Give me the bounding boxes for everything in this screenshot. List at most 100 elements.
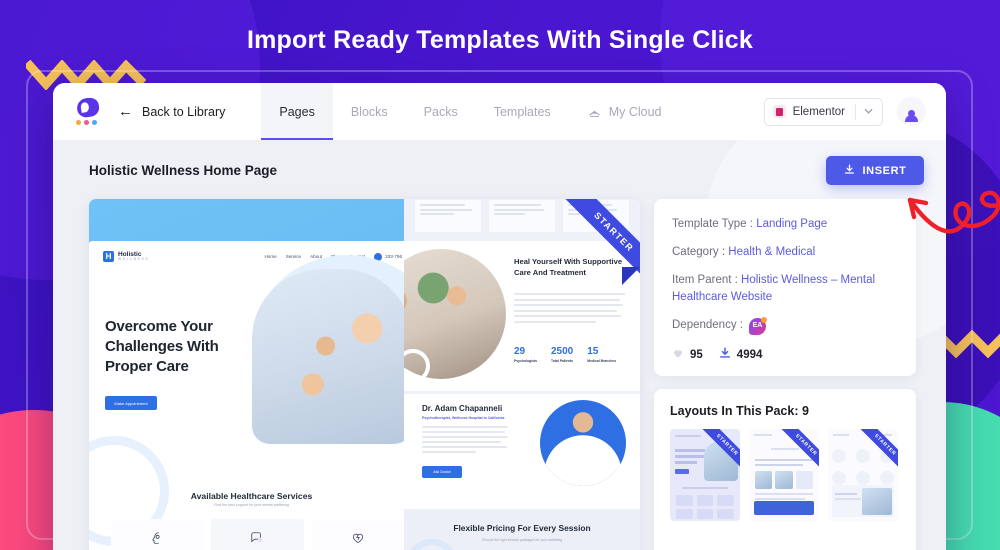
preview-about-body xyxy=(514,293,628,327)
preview-stats: 29 Psychologists 2500 Total Patients 15 … xyxy=(514,346,628,363)
service-card-3: Couples Therapy xyxy=(311,519,404,550)
preview-menu-service: Service xyxy=(285,254,302,260)
chevron-down-icon[interactable] xyxy=(864,106,880,117)
tab-my-cloud[interactable]: My Cloud xyxy=(569,83,680,140)
essential-addons-icon[interactable]: EA xyxy=(748,316,767,335)
likes-count: 95 xyxy=(690,348,703,361)
stat-1-number: 29 xyxy=(514,346,526,357)
templately-app-window: ← Back to Library Pages Blocks Packs Tem… xyxy=(53,83,946,550)
pricing-title: Flexible Pricing For Every Session xyxy=(453,523,591,533)
builder-select[interactable]: Elementor xyxy=(763,97,883,126)
tab-packs[interactable]: Packs xyxy=(406,83,476,140)
preview-services-title: Available Healthcare Services xyxy=(190,491,313,501)
preview-page-left: H Holistic WELLNESS Home Service About 3… xyxy=(89,199,404,550)
doctor-role: Psychotherapist, Wellness Hospital in Ca… xyxy=(422,416,505,420)
tab-my-cloud-label: My Cloud xyxy=(608,104,662,119)
select-divider xyxy=(855,103,856,120)
preview-page-right: Heal Yourself With Supportive Care And T… xyxy=(404,199,640,550)
preview-doctor-section: Dr. Adam Chapanneli Psychotherapist, Wel… xyxy=(404,394,640,509)
stat-1-caption: Psychologists xyxy=(514,359,537,363)
likes-stat: 95 xyxy=(672,347,703,362)
preview-top-cards xyxy=(414,199,630,233)
sub-toolbar: Holistic Wellness Home Page INSERT xyxy=(53,140,946,185)
layout-thumb-1[interactable]: STARTER xyxy=(670,429,740,522)
meta-item-parent: Item Parent : Holistic Wellness – Mental… xyxy=(672,272,898,308)
tab-templates[interactable]: Templates xyxy=(476,83,569,140)
template-meta-card: Template Type : Landing Page Category : … xyxy=(654,199,916,377)
preview-about-heading: Heal Yourself With Supportive Care And T… xyxy=(514,257,623,277)
preview-about-section: Heal Yourself With Supportive Care And T… xyxy=(404,241,640,391)
preview-hero-heading: Overcome Your Challenges With Proper Car… xyxy=(105,318,219,375)
details-sidebar: Template Type : Landing Page Category : … xyxy=(654,199,916,550)
preview-logo-mark: H xyxy=(103,251,114,263)
preview-services-sub: Find the best support for your mental we… xyxy=(214,503,289,507)
preview-service-cards: Depression Therapy Online Therapy xyxy=(111,519,404,550)
promo-banner-text: Import Ready Templates With Single Click xyxy=(246,26,754,54)
heart-icon xyxy=(672,347,684,362)
preview-menu-home: Home xyxy=(264,254,277,260)
stat-1: 29 Psychologists xyxy=(514,346,537,363)
service-card-2: Online Therapy xyxy=(211,519,304,550)
meta-category-value[interactable]: Health & Medical xyxy=(728,246,815,258)
page-title: Holistic Wellness Home Page xyxy=(89,163,278,178)
nav-right-group: Elementor xyxy=(763,97,926,126)
content-area: Holistic Wellness Home Page INSERT H Hol… xyxy=(53,140,946,550)
meta-item-parent-label: Item Parent : xyxy=(672,273,738,286)
meta-template-type-value[interactable]: Landing Page xyxy=(756,218,827,230)
arrow-left-icon: ← xyxy=(118,103,133,120)
tab-pages-label: Pages xyxy=(279,104,315,119)
panes: H Holistic WELLNESS Home Service About 3… xyxy=(53,185,946,550)
preview-hero-cta: Make Appointment xyxy=(105,396,157,410)
meta-category-label: Category : xyxy=(672,245,726,258)
templately-logo-icon xyxy=(75,96,102,125)
pack-thumbnails: STARTER STARTER STARTER xyxy=(670,429,900,522)
stat-2: 2500 Total Patients xyxy=(551,346,573,363)
download-icon xyxy=(844,164,855,178)
doctor-bio xyxy=(422,426,512,456)
doctor-photo xyxy=(540,400,626,486)
doctor-name: Dr. Adam Chapanneli xyxy=(422,404,503,413)
layouts-pack-card: Layouts In This Pack: 9 STARTER STARTER … xyxy=(654,389,916,550)
builder-select-value: Elementor xyxy=(792,105,845,118)
download-stat-icon xyxy=(719,347,731,362)
elementor-icon xyxy=(772,105,786,118)
layout-thumb-2[interactable]: STARTER xyxy=(749,429,819,522)
user-avatar[interactable] xyxy=(897,97,926,126)
downloads-stat: 4994 xyxy=(719,347,763,362)
starter-ribbon: STARTER xyxy=(773,429,819,475)
downloads-count: 4994 xyxy=(736,348,763,361)
tab-blocks[interactable]: Blocks xyxy=(333,83,406,140)
stat-3-caption: Medical Branches xyxy=(587,359,617,363)
insert-button[interactable]: INSERT xyxy=(826,156,924,185)
preview-left-logo: H Holistic WELLNESS xyxy=(103,251,150,263)
doctor-cta: Ask Doctor xyxy=(422,466,462,478)
service-card-1: Depression Therapy xyxy=(111,519,204,550)
tab-packs-label: Packs xyxy=(423,104,458,119)
meta-dependency-label: Dependency : xyxy=(672,319,743,332)
preview-hero-photo xyxy=(252,269,404,444)
insert-button-label: INSERT xyxy=(862,164,907,177)
tab-templates-label: Templates xyxy=(493,104,551,119)
preview-logo-sub: WELLNESS xyxy=(118,257,150,262)
back-to-library-label: Back to Library xyxy=(142,104,226,119)
nav-tabs: Pages Blocks Packs Templates My Cloud xyxy=(261,83,679,140)
back-to-library-button[interactable]: ← Back to Library xyxy=(118,104,225,119)
template-preview[interactable]: H Holistic WELLNESS Home Service About 3… xyxy=(89,199,640,550)
layout-thumb-3[interactable]: STARTER xyxy=(828,429,898,522)
chat-bubble-icon xyxy=(250,531,264,545)
preview-pricing-section: Flexible Pricing For Every Session Choos… xyxy=(404,511,640,550)
stat-2-caption: Total Patients xyxy=(551,359,573,363)
tab-blocks-label: Blocks xyxy=(350,104,388,119)
head-mind-icon xyxy=(150,531,164,545)
meta-category: Category : Health & Medical xyxy=(672,244,898,262)
meta-template-type-label: Template Type : xyxy=(672,218,753,230)
template-stats: 95 4994 xyxy=(672,347,898,362)
stat-3-number: 15 xyxy=(587,346,599,357)
tab-pages[interactable]: Pages xyxy=(261,83,334,140)
starter-ribbon-label: STARTER xyxy=(777,429,819,475)
meta-dependency: Dependency : EA xyxy=(672,316,898,335)
pack-title: Layouts In This Pack: 9 xyxy=(670,404,809,419)
top-navigation-bar: ← Back to Library Pages Blocks Packs Tem… xyxy=(53,83,946,140)
stat-3: 15 Medical Branches xyxy=(587,346,616,363)
meta-template-type: Template Type : Landing Page xyxy=(672,216,898,234)
